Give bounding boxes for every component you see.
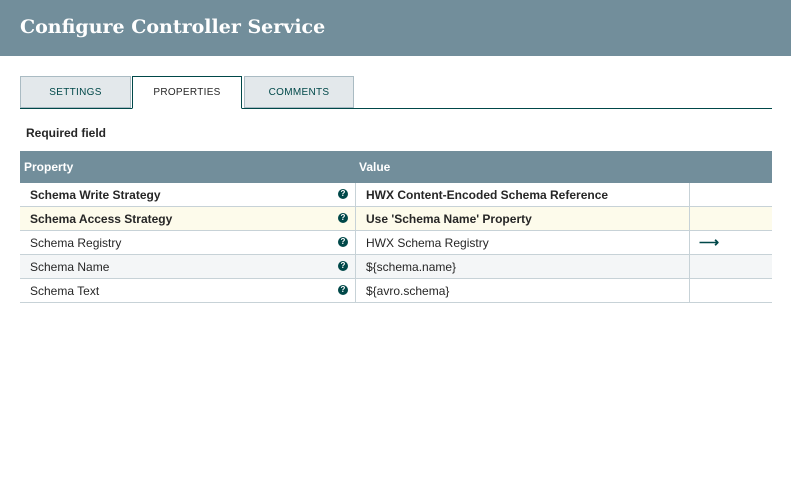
property-name: Schema Access Strategy <box>30 212 173 226</box>
question-circle-icon[interactable]: ? <box>338 213 348 223</box>
column-divider <box>355 255 356 278</box>
question-circle-icon[interactable]: ? <box>338 189 348 199</box>
column-divider <box>689 207 690 230</box>
table-row[interactable]: Schema Registry ? HWX Schema Registry ⟶ <box>20 231 772 255</box>
column-header-value[interactable]: Value <box>359 160 390 174</box>
table-header: Property Value <box>20 151 772 183</box>
column-divider <box>355 231 356 254</box>
property-name: Schema Write Strategy <box>30 188 161 202</box>
tab-bar: SETTINGS PROPERTIES COMMENTS <box>20 76 772 109</box>
table-row[interactable]: Schema Name ? ${schema.name} <box>20 255 772 279</box>
properties-table: Property Value Schema Write Strategy ? H… <box>20 151 772 303</box>
column-divider <box>689 279 690 302</box>
property-value[interactable]: HWX Schema Registry <box>366 236 489 250</box>
dialog-header: Configure Controller Service <box>0 0 791 56</box>
property-name: Schema Text <box>30 284 100 298</box>
dialog-title: Configure Controller Service <box>20 16 326 38</box>
arrow-right-icon[interactable]: ⟶ <box>699 234 719 251</box>
property-value[interactable]: HWX Content-Encoded Schema Reference <box>366 188 608 202</box>
property-value[interactable]: Use 'Schema Name' Property <box>366 212 532 226</box>
property-value[interactable]: ${avro.schema} <box>366 284 449 298</box>
property-name: Schema Registry <box>30 236 122 250</box>
table-row[interactable]: Schema Text ? ${avro.schema} <box>20 279 772 303</box>
column-divider <box>689 231 690 254</box>
column-divider <box>355 207 356 230</box>
column-divider <box>355 183 356 206</box>
column-divider <box>689 255 690 278</box>
question-circle-icon[interactable]: ? <box>338 237 348 247</box>
tab-settings[interactable]: SETTINGS <box>20 76 131 108</box>
tab-comments[interactable]: COMMENTS <box>244 76 354 108</box>
property-value[interactable]: ${schema.name} <box>366 260 456 274</box>
property-name: Schema Name <box>30 260 110 274</box>
table-row[interactable]: Schema Write Strategy ? HWX Content-Enco… <box>20 183 772 207</box>
column-header-property[interactable]: Property <box>24 160 73 174</box>
column-divider <box>689 183 690 206</box>
question-circle-icon[interactable]: ? <box>338 261 348 271</box>
question-circle-icon[interactable]: ? <box>338 285 348 295</box>
table-row[interactable]: Schema Access Strategy ? Use 'Schema Nam… <box>20 207 772 231</box>
column-divider <box>355 279 356 302</box>
required-field-note: Required field <box>26 126 107 140</box>
tab-properties[interactable]: PROPERTIES <box>132 76 242 109</box>
